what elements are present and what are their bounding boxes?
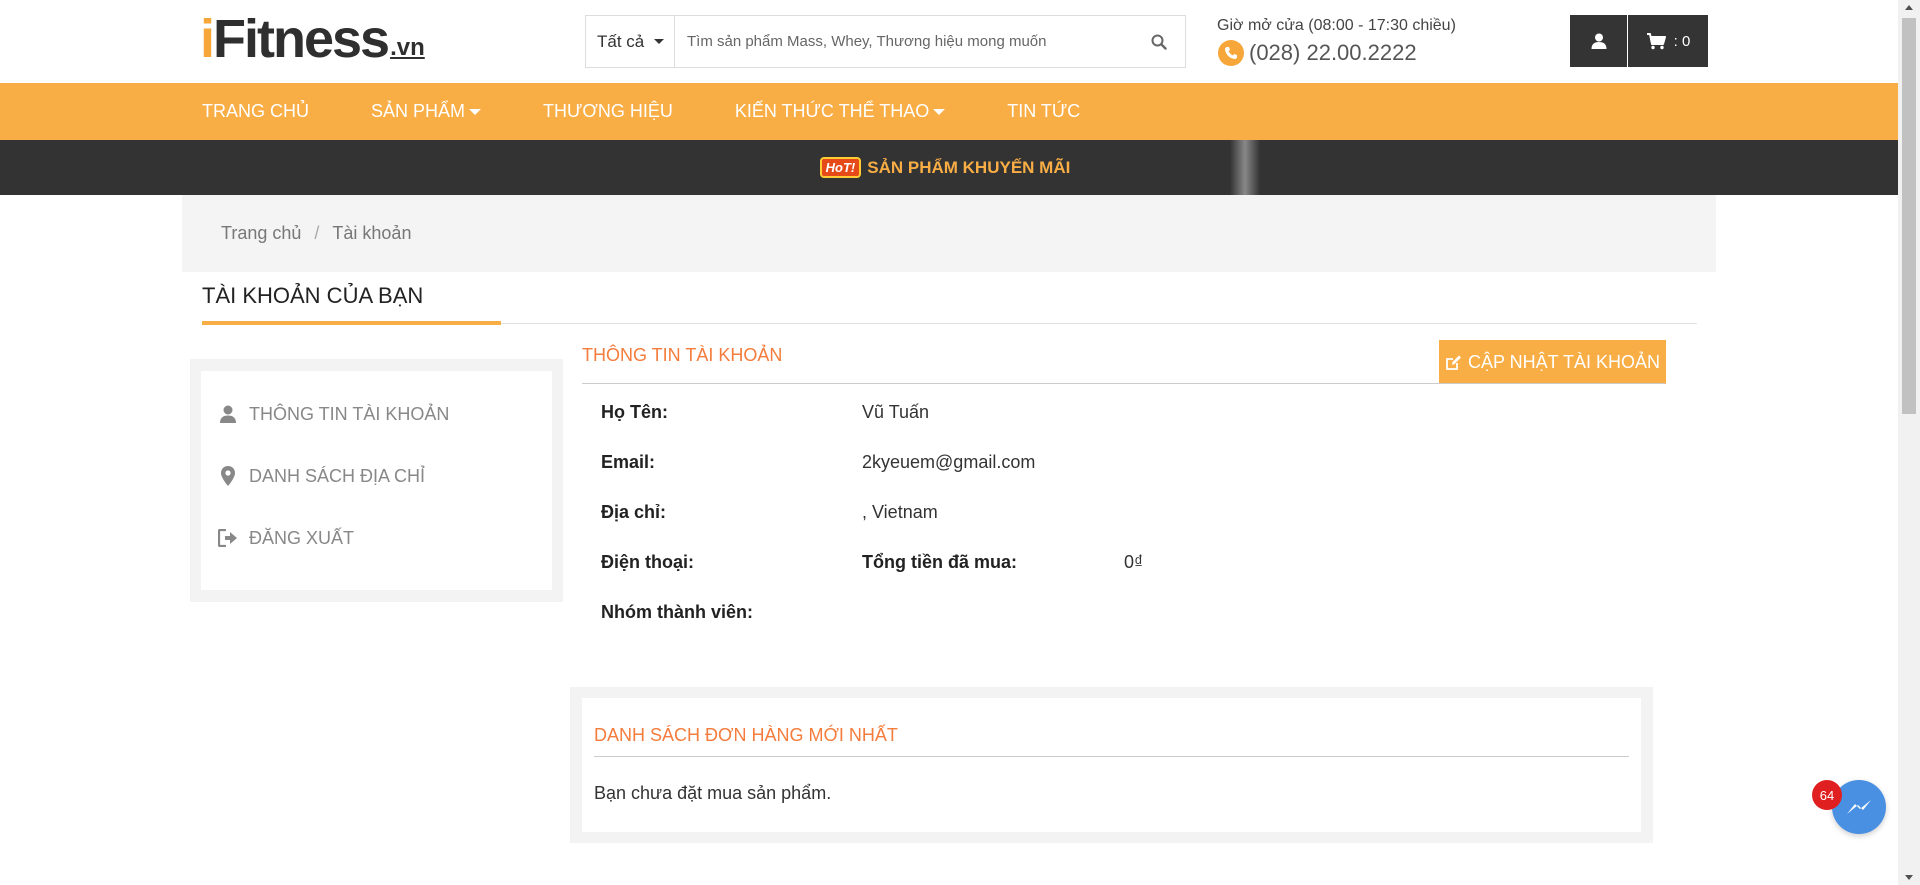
breadcrumb-current: Tài khoản <box>332 223 412 243</box>
nav-sports-knowledge[interactable]: KIẾN THỨC THỂ THAO <box>734 83 946 140</box>
promo-bar: HoT! SẢN PHẨM KHUYẾN MÃI <box>0 140 1898 195</box>
sidebar-item-label: DANH SÁCH ĐỊA CHỈ <box>249 465 426 486</box>
user-icon <box>1591 33 1606 49</box>
nav-sports-knowledge-label: KIẾN THỨC THỂ THAO <box>734 101 930 121</box>
update-account-button[interactable]: CẬP NHẬT TÀI KHOẢN <box>1439 340 1666 384</box>
breadcrumb-home[interactable]: Trang chủ <box>221 223 301 244</box>
main-nav: TRANG CHỦ SẢN PHẨM THƯƠNG HIỆU KIẾN THỨC… <box>0 83 1898 140</box>
logo-suffix: .vn <box>390 34 425 61</box>
phone-icon <box>1218 40 1244 66</box>
site-logo[interactable]: iFitness .vn <box>200 12 425 66</box>
promo-text: SẢN PHẨM KHUYẾN MÃI <box>867 157 1071 177</box>
opening-hours: Giờ mở cửa (08:00 - 17:30 chiều) <box>1217 17 1456 34</box>
recent-orders-card: DANH SÁCH ĐƠN HÀNG MỚI NHẤT Bạn chưa đặt… <box>582 698 1641 832</box>
cart-icon <box>1646 32 1666 49</box>
total-spent-label: Tổng tiền đã mua: <box>862 552 1017 572</box>
nav-news-label: TIN TỨC <box>1007 101 1081 121</box>
logo-wordmark: iFitness <box>200 12 390 66</box>
nav-products[interactable]: SẢN PHẨM <box>371 83 482 140</box>
phone-label: Điện thoại: <box>601 552 694 572</box>
email-value: 2kyeuem@gmail.com <box>862 452 1036 472</box>
site-header: iFitness .vn Tất cả Giờ mở cửa (08:00 - … <box>0 0 1898 83</box>
nav-home-label: TRANG CHỦ <box>202 101 309 121</box>
messenger-icon <box>1847 800 1871 814</box>
cart-button[interactable]: : 0 <box>1628 15 1708 67</box>
hotline[interactable]: (028) 22.00.2222 <box>1218 40 1417 66</box>
search-category-label: Tất cả <box>597 31 645 51</box>
phone-number: (028) 22.00.2222 <box>1249 40 1417 65</box>
scroll-thumb[interactable] <box>1902 18 1916 414</box>
account-info-title: THÔNG TIN TÀI KHOẢN <box>582 345 783 365</box>
member-group-label: Nhóm thành viên: <box>601 602 753 622</box>
breadcrumb: Trang chủ / Tài khoản <box>182 195 1716 272</box>
search-bar: Tất cả <box>585 15 1186 68</box>
name-value: Vũ Tuấn <box>862 402 930 422</box>
title-underline <box>202 321 501 325</box>
address-value: , Vietnam <box>862 502 938 522</box>
nav-brands-label: THƯƠNG HIỆU <box>543 101 673 121</box>
recent-orders-panel: DANH SÁCH ĐƠN HÀNG MỚI NHẤT Bạn chưa đặt… <box>570 687 1653 843</box>
caret-down-icon <box>933 108 946 115</box>
logo-i: i <box>200 9 215 69</box>
hot-badge-icon: HoT! <box>819 157 862 178</box>
search-category-select[interactable]: Tất cả <box>586 16 675 67</box>
scroll-down-arrow-icon[interactable] <box>1905 875 1913 880</box>
logo-main: Fitness <box>213 9 390 69</box>
caret-down-icon <box>469 108 482 115</box>
recent-orders-empty-message: Bạn chưa đặt mua sản phẩm. <box>594 783 832 803</box>
update-account-label: CẬP NHẬT TÀI KHOẢN <box>1467 351 1661 372</box>
breadcrumb-separator: / <box>314 223 320 243</box>
total-spent-value: 0₫ <box>1124 552 1144 572</box>
sidebar-item-label: ĐĂNG XUẤT <box>249 527 355 548</box>
nav-news[interactable]: TIN TỨC <box>1007 83 1080 140</box>
messenger-unread-badge: 64 <box>1812 780 1842 810</box>
sign-out-icon <box>217 529 239 547</box>
map-marker-icon <box>217 466 239 486</box>
user-icon <box>217 404 239 424</box>
address-label: Địa chỉ: <box>601 502 667 522</box>
caret-down-icon <box>654 39 665 44</box>
sidebar-item-label: THÔNG TIN TÀI KHOẢN <box>249 403 450 424</box>
edit-icon <box>1445 354 1462 371</box>
account-info-divider <box>582 383 1665 384</box>
scroll-up-arrow-icon[interactable] <box>1905 5 1913 10</box>
recent-orders-title: DANH SÁCH ĐƠN HÀNG MỚI NHẤT <box>594 725 898 745</box>
nav-brands[interactable]: THƯƠNG HIỆU <box>543 83 673 140</box>
name-label: Họ Tên: <box>601 402 668 422</box>
email-label: Email: <box>601 452 656 472</box>
cart-count: : 0 <box>1673 32 1691 50</box>
sidebar-item-logout[interactable]: ĐĂNG XUẤT <box>201 507 552 569</box>
page-title: TÀI KHOẢN CỦA BẠN <box>202 283 424 308</box>
page-scrollbar[interactable] <box>1898 0 1920 885</box>
search-input[interactable] <box>675 16 1133 67</box>
recent-orders-divider <box>594 756 1629 757</box>
search-button[interactable] <box>1133 16 1185 67</box>
sidebar-item-account-info[interactable]: THÔNG TIN TÀI KHOẢN <box>201 383 552 445</box>
promo-shine <box>1230 140 1260 195</box>
account-sidebar-menu: THÔNG TIN TÀI KHOẢN DANH SÁCH ĐỊA CHỈ ĐĂ… <box>201 371 552 590</box>
nav-products-label: SẢN PHẨM <box>371 101 466 121</box>
nav-home[interactable]: TRANG CHỦ <box>202 83 309 140</box>
sidebar-item-address-list[interactable]: DANH SÁCH ĐỊA CHỈ <box>201 445 552 507</box>
account-button[interactable] <box>1570 15 1627 67</box>
account-sidebar: THÔNG TIN TÀI KHOẢN DANH SÁCH ĐỊA CHỈ ĐĂ… <box>190 359 563 602</box>
promo-link[interactable]: HoT! SẢN PHẨM KHUYẾN MÃI <box>819 157 1071 178</box>
search-icon <box>1151 34 1167 50</box>
